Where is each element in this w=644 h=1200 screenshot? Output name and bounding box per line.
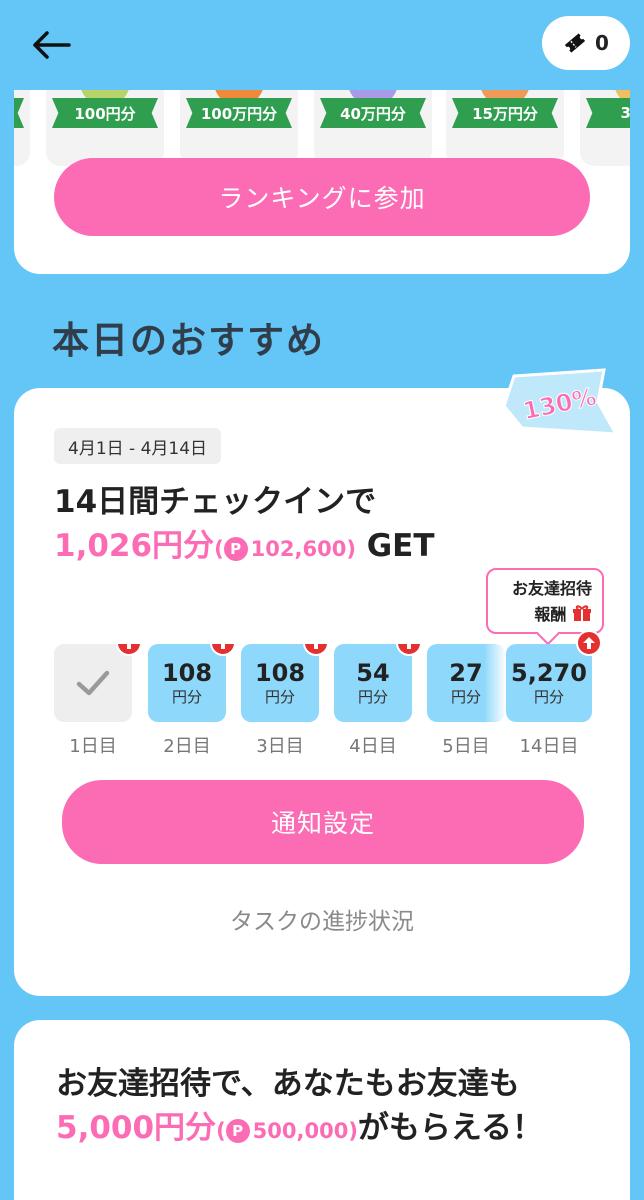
invite-reward-tooltip: お友達招待 報酬 (486, 568, 604, 646)
join-ranking-button[interactable]: ランキングに参加 (54, 158, 590, 236)
headline-line1: 14日間チェックインで (54, 484, 377, 520)
day-amount: 5,270 (511, 659, 587, 687)
day-label: 3日目 (256, 736, 304, 757)
point-coin-icon: P (225, 1119, 250, 1143)
day-unit: 円分 (264, 688, 295, 706)
prize-label: 40万円分 (320, 98, 426, 128)
invite-headline: お友達招待で、あなたもお友達も5,000円分(P 500,000)がもらえる！ (56, 1066, 543, 1146)
back-arrow-icon (33, 31, 71, 59)
bonus-badge: 130% (502, 368, 619, 436)
day-box: 5,270 円分 (506, 644, 592, 722)
checkin-headline: 14日間チェックインで 1,026円分(P 102,600) GET (54, 480, 435, 571)
day-unit: 円分 (171, 688, 202, 706)
prize-label: 35,0 (586, 98, 630, 128)
prize-item: 40万円分 (314, 90, 432, 166)
headline-line2: 1,026円分(P 102,600) GET (54, 524, 435, 571)
prize-item: 100円分 (46, 90, 164, 166)
day-box: 54 円分 (334, 644, 412, 722)
notification-settings-button[interactable]: 通知設定 (62, 780, 584, 864)
day-amount: 108 (161, 659, 213, 687)
check-icon (76, 670, 110, 696)
prize-label: 100万円分 (186, 98, 292, 128)
day-amount: 54 (356, 659, 390, 687)
get-label: GET (366, 528, 435, 564)
back-button[interactable] (28, 22, 74, 68)
prize-label: 100円分 (52, 98, 158, 128)
day-label: 4日目 (349, 736, 397, 757)
tooltip-line1: お友達招待 (511, 579, 592, 598)
day-label: 1日目 (69, 736, 117, 757)
day-box: 108 円分 (148, 644, 226, 722)
day-unit: 円分 (450, 688, 481, 706)
invite-card: お友達招待で、あなたもお友達も5,000円分(P 500,000)がもらえる！ (14, 1020, 630, 1200)
reward-amount: 1,026円分 (54, 528, 215, 564)
day-unit: 円分 (533, 688, 564, 706)
day-amount: 27 (449, 659, 483, 687)
gift-icon (573, 605, 591, 621)
prize-item: 35,0 (580, 90, 630, 166)
invite-points: (P 500,000) (216, 1119, 358, 1143)
day-box: 108 円分 (241, 644, 319, 722)
task-progress-link[interactable]: タスクの進捗状況 (14, 902, 630, 936)
reward-points: (P 102,600) (214, 537, 356, 561)
prize-item: 100万円分 (180, 90, 298, 166)
ranking-card: 100円分 100円分 100万円分 40万円分 15万円分 35,0 ランキン… (14, 60, 630, 274)
checkin-card: 4月1日 - 4月14日 14日間チェックインで 1,026円分(P 102,60… (14, 388, 630, 996)
day-amount: 108 (254, 659, 306, 687)
prize-label: 15万円分 (452, 98, 558, 128)
point-coin-icon: P (223, 537, 248, 561)
prize-label: 100円分 (14, 98, 24, 128)
day-box-done (54, 644, 132, 722)
section-title: 本日のおすすめ (52, 319, 325, 362)
ticket-counter[interactable]: 0 (542, 16, 630, 70)
top-bar: 0 (0, 0, 644, 90)
prize-strip[interactable]: 100円分 100円分 100万円分 40万円分 15万円分 35,0 (14, 90, 630, 166)
day-label: 14日目 (519, 736, 579, 757)
day-label: 2日目 (163, 736, 211, 757)
up-arrow-icon (576, 630, 602, 656)
prize-item: 15万円分 (446, 90, 564, 166)
date-range: 4月1日 - 4月14日 (54, 428, 222, 464)
day-unit: 円分 (357, 688, 388, 706)
prize-item: 100円分 (14, 90, 30, 166)
ticket-icon (564, 33, 586, 53)
invite-amount: 5,000円分 (56, 1110, 217, 1146)
ticket-count: 0 (595, 31, 609, 55)
